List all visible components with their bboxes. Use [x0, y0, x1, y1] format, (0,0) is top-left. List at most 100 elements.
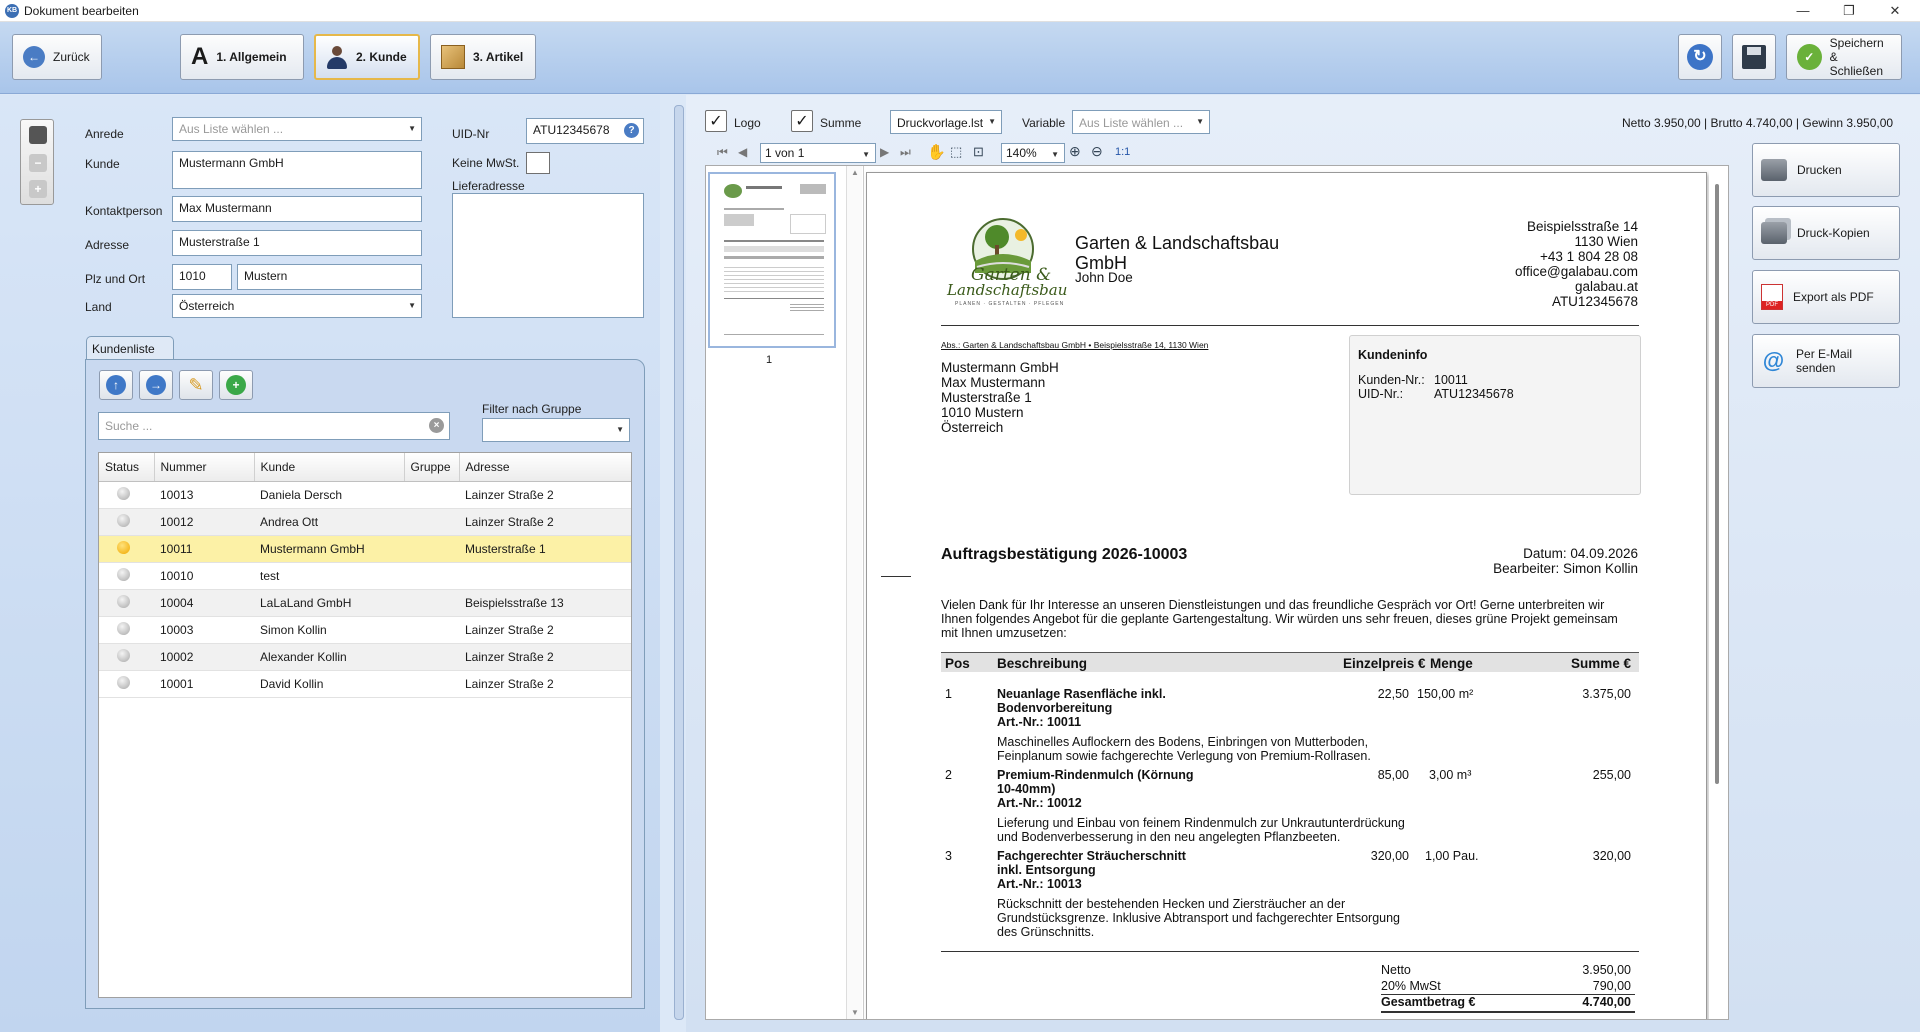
tab-artikel[interactable]: 3. Artikel	[430, 34, 536, 80]
summe-checkbox[interactable]: ✓	[791, 110, 813, 132]
zoom-in-icon[interactable]: ⊕	[1069, 143, 1081, 160]
refresh-button[interactable]: ↻	[1678, 34, 1722, 80]
document-meta: Datum: 04.09.2026 Bearbeiter: Simon Koll…	[1493, 546, 1638, 576]
kundenliste-tab[interactable]: Kundenliste	[86, 336, 174, 360]
edit-button[interactable]: ✎	[179, 370, 213, 400]
print-copies-button[interactable]: Druck-Kopien	[1752, 206, 1900, 260]
save-close-button[interactable]: ✓ Speichern & Schließen	[1786, 34, 1902, 80]
recipient-line: 1010 Mustern	[941, 405, 1024, 420]
export-pdf-button[interactable]: PDF Export als PDF	[1752, 270, 1900, 324]
save-close-line2: & Schließen	[1829, 50, 1884, 78]
cell-nummer: 10013	[154, 481, 254, 509]
move-right-button[interactable]: →	[139, 370, 173, 400]
first-page-icon[interactable]: ⏮	[717, 145, 728, 160]
tab-kunde[interactable]: 2. Kunde	[314, 34, 420, 80]
table-row-selected[interactable]: 10011 Mustermann GmbH Musterstraße 1	[99, 535, 631, 563]
preview-scrollbar[interactable]	[1709, 166, 1727, 1019]
print-label: Drucken	[1797, 163, 1842, 177]
back-button[interactable]: ← Zurück	[12, 34, 102, 80]
save-button[interactable]	[1732, 34, 1776, 80]
cell-kunde: Andrea Ott	[254, 508, 404, 536]
cell-gruppe	[404, 535, 459, 563]
intro-line: mit Ihnen umzusetzen:	[941, 626, 1067, 640]
scroll-up-icon[interactable]: ▲	[851, 168, 859, 177]
document-preview[interactable]: 1 ▲ ▼ Garten & Landschaftsbau PLANEN · G…	[705, 165, 1729, 1020]
kontakt-field[interactable]: Max Mustermann	[172, 196, 422, 222]
cube-icon[interactable]	[29, 126, 47, 144]
variable-select[interactable]: Aus Liste wählen ...	[1072, 110, 1210, 134]
actual-size-button[interactable]: 1:1	[1115, 146, 1130, 158]
ort-field[interactable]: Mustern	[237, 264, 422, 290]
maximize-icon[interactable]: ❐	[1826, 0, 1872, 22]
lieferadresse-field[interactable]	[452, 193, 644, 318]
page-select[interactable]: 1 von 1	[760, 143, 876, 163]
table-row[interactable]: 10004 LaLaLand GmbH Beispielsstraße 13	[99, 589, 631, 617]
anrede-select[interactable]: Aus Liste wählen ...	[172, 117, 422, 141]
kundeninfo-kdnr-label: Kunden-Nr.:	[1358, 373, 1425, 387]
pdf-icon: PDF	[1761, 284, 1783, 310]
minus-icon[interactable]: −	[29, 154, 47, 172]
table-row[interactable]: 10003 Simon Kollin Lainzer Straße 2	[99, 616, 631, 644]
zoom-rect-icon[interactable]: ⊡	[973, 144, 984, 160]
tab-artikel-num: 3.	[473, 50, 484, 64]
zoom-select[interactable]: 140%	[1001, 143, 1065, 163]
col-kunde[interactable]: Kunde	[254, 453, 405, 482]
arrow-left-icon: ←	[23, 46, 45, 68]
tab-allgemein[interactable]: A 1. Allgemein	[180, 34, 304, 80]
land-select[interactable]: Österreich	[172, 294, 422, 318]
col-gruppe[interactable]: Gruppe	[404, 453, 460, 482]
status-dot	[117, 513, 130, 527]
col-nummer[interactable]: Nummer	[154, 453, 255, 482]
tab-allgemein-num: 1.	[216, 50, 227, 64]
hand-tool-icon[interactable]: ✋	[927, 143, 946, 161]
status-dot	[117, 621, 130, 635]
scroll-down-icon[interactable]: ▼	[851, 1008, 859, 1017]
cell-kunde: Simon Kollin	[254, 616, 404, 644]
clear-search-icon[interactable]: ×	[429, 418, 444, 433]
table-row[interactable]: 10002 Alexander Kollin Lainzer Straße 2	[99, 643, 631, 671]
kunde-field[interactable]: Mustermann GmbH	[172, 151, 422, 189]
prev-page-icon[interactable]: ◀	[738, 145, 747, 159]
cell-gruppe	[404, 481, 459, 509]
intro-line: Vielen Dank für Ihr Interesse an unseren…	[941, 598, 1605, 612]
template-select[interactable]: Druckvorlage.lst	[890, 110, 1002, 134]
sender-line: galabau.at	[1574, 279, 1638, 294]
thumbnail-scrollbar[interactable]: ▲ ▼	[846, 166, 862, 1019]
table-row[interactable]: 10010 test	[99, 562, 631, 590]
plz-field[interactable]: 1010	[172, 264, 232, 290]
last-page-icon[interactable]: ⏭	[900, 145, 911, 160]
tab-artikel-label: Artikel	[485, 50, 524, 64]
cell-adresse	[459, 562, 631, 590]
minimize-icon[interactable]: —	[1780, 0, 1826, 22]
help-icon[interactable]: ?	[624, 123, 639, 138]
filter-select[interactable]	[482, 418, 630, 442]
move-up-button[interactable]: ↑	[99, 370, 133, 400]
uid-field[interactable]: ATU12345678 ?	[526, 118, 644, 144]
cell-adresse: Musterstraße 1	[459, 535, 631, 563]
page-thumbnail[interactable]	[708, 172, 836, 348]
recipient-address: Mustermann GmbH Max Mustermann Musterstr…	[941, 360, 1059, 435]
plus-icon[interactable]: +	[29, 180, 47, 198]
table-row[interactable]: 10013 Daniela Dersch Lainzer Straße 2	[99, 481, 631, 509]
plus-circle-icon: +	[226, 375, 246, 395]
next-page-icon[interactable]: ▶	[880, 145, 889, 159]
adresse-field[interactable]: Musterstraße 1	[172, 230, 422, 256]
scroll-thumb[interactable]	[1715, 184, 1719, 784]
table-row[interactable]: 10001 David Kollin Lainzer Straße 2	[99, 670, 631, 698]
filter-label: Filter nach Gruppe	[482, 402, 582, 416]
logo-checkbox[interactable]: ✓	[705, 110, 727, 132]
select-tool-icon[interactable]: ⬚	[950, 144, 962, 160]
item-pos: 1	[945, 687, 952, 701]
zoom-out-icon[interactable]: ⊖	[1091, 143, 1103, 160]
save-close-line1: Speichern	[1829, 36, 1884, 50]
email-button[interactable]: @ Per E-Mail senden	[1752, 334, 1900, 388]
panel-splitter[interactable]	[674, 105, 684, 1020]
table-row[interactable]: 10012 Andrea Ott Lainzer Straße 2	[99, 508, 631, 536]
keine-mwst-checkbox[interactable]	[526, 152, 550, 174]
add-button[interactable]: +	[219, 370, 253, 400]
col-status[interactable]: Status	[99, 453, 155, 482]
col-adresse[interactable]: Adresse	[459, 453, 631, 482]
search-input[interactable]: Suche ...	[98, 412, 450, 440]
close-icon[interactable]: ✕	[1872, 0, 1918, 22]
print-button[interactable]: Drucken	[1752, 143, 1900, 197]
